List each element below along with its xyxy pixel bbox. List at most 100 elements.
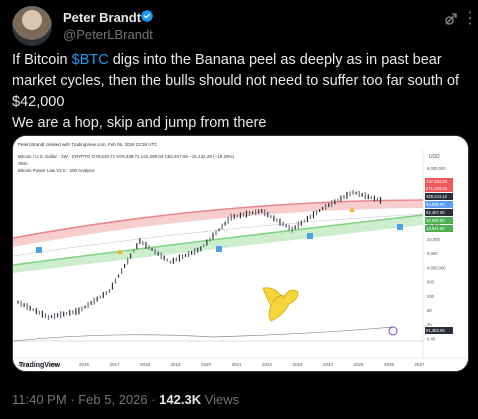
price-candle <box>120 268 123 275</box>
price-candle <box>142 241 144 246</box>
chart-symbol-line: Bitcoin / U.S. Dollar · 1W · CRYPTO O78,… <box>18 154 234 159</box>
price-candle <box>127 257 129 265</box>
price-candle <box>370 196 372 200</box>
price-candle <box>17 300 19 304</box>
x-tick-label: 2022 <box>262 362 273 367</box>
price-candle <box>99 295 101 299</box>
price-badge: 747,484.00 <box>425 178 453 185</box>
price-candle <box>145 241 147 249</box>
price-candle <box>38 310 40 315</box>
x-tick-label: 2025 <box>354 362 365 367</box>
price-candle <box>245 210 248 218</box>
price-candle <box>297 221 299 229</box>
price-candle <box>166 258 168 262</box>
price-candle <box>318 209 321 213</box>
price-candle <box>209 237 211 242</box>
price-candle <box>69 309 71 316</box>
x-tick-label: 2023 <box>293 362 304 367</box>
price-candle <box>270 215 272 219</box>
avatar[interactable] <box>12 6 52 46</box>
y-tick-label: 8,000,000 <box>427 166 446 171</box>
tweet-paragraph-1: If Bitcoin $BTC digs into the Banana pee… <box>12 50 472 113</box>
y-tick-label: 800 <box>427 280 435 285</box>
chart-sma-label: SMA <box>18 161 28 166</box>
price-candle <box>206 239 208 246</box>
price-candle <box>279 218 281 226</box>
price-candle <box>343 195 345 200</box>
price-candle <box>264 209 266 217</box>
price-candle <box>23 303 25 308</box>
x-tick-label: 2016 <box>79 362 90 367</box>
price-candle <box>322 206 324 210</box>
tweet-media-chart[interactable]: PeterLBrandt created with TradingView.co… <box>12 135 469 372</box>
price-candle <box>78 307 80 315</box>
tweet-header: Peter Brandt @PeterLBrandt ⋮ <box>12 6 478 46</box>
chart-indicator-label: Bitcoin Power Law V2.0 · 200 Analysis <box>18 168 96 173</box>
price-candle <box>197 247 199 253</box>
svg-text:329,224.42: 329,224.42 <box>426 194 448 199</box>
svg-text:747,484.00: 747,484.00 <box>426 179 448 184</box>
author-name[interactable]: Peter Brandt <box>63 10 141 25</box>
price-candle <box>87 301 89 308</box>
tweet-meta: 11:40 PM · Feb 5, 2026 · 142.3K Views <box>12 392 239 407</box>
price-candle <box>154 248 156 255</box>
y-tick-label: 200 <box>427 294 435 299</box>
x-tick-label: 2027 <box>415 362 426 367</box>
price-badge: 271,293.00 <box>425 185 453 192</box>
price-candle <box>367 194 369 200</box>
price-candle <box>130 253 132 259</box>
x-tick-label: 2026 <box>384 362 395 367</box>
price-candle <box>303 219 305 223</box>
price-candle <box>273 215 275 222</box>
price-candle <box>364 192 366 200</box>
author-handle[interactable]: @PeterLBrandt <box>63 27 153 42</box>
price-candle <box>57 313 59 318</box>
x-tick-label: 2024 <box>323 362 334 367</box>
price-candle <box>84 305 86 309</box>
price-candle <box>187 251 190 258</box>
price-candle <box>93 297 95 305</box>
cashtag-link[interactable]: $BTC <box>72 52 109 68</box>
price-candle <box>337 198 339 202</box>
tweet-paragraph-2: We are a hop, skip and jump from there <box>12 115 267 131</box>
verified-badge-icon <box>140 9 154 28</box>
price-candle <box>66 311 68 315</box>
y-tick-label: 20 <box>427 322 432 327</box>
svg-text:271,293.00: 271,293.00 <box>426 186 448 191</box>
price-candle <box>276 218 278 223</box>
price-candle <box>325 203 327 210</box>
price-candle <box>291 226 293 233</box>
price-candle <box>227 216 229 224</box>
timestamp[interactable]: 11:40 PM · Feb 5, 2026 · <box>12 392 159 407</box>
price-candle <box>75 308 77 316</box>
price-candle <box>331 200 333 208</box>
price-candle <box>108 289 110 294</box>
price-candle <box>181 254 184 260</box>
y-tick-label: 20,000 <box>427 237 440 242</box>
price-candle <box>309 214 312 219</box>
price-candle <box>163 255 165 261</box>
price-candle <box>194 247 196 255</box>
chart-currency: USD <box>429 154 440 160</box>
price-candle <box>288 224 290 231</box>
price-candle <box>242 212 245 217</box>
views-label: Views <box>201 392 240 407</box>
price-candle <box>72 310 74 315</box>
y-tick-label: 80 <box>427 308 432 313</box>
price-candle <box>117 274 120 278</box>
price-candle <box>340 195 342 202</box>
more-options-icon[interactable]: ⋮ <box>462 8 478 28</box>
price-candle <box>96 296 98 302</box>
price-candle <box>294 225 296 230</box>
price-candle <box>81 306 83 312</box>
price-candle <box>148 244 150 250</box>
grok-icon[interactable] <box>443 11 459 32</box>
x-tick-label: 2017 <box>110 362 121 367</box>
price-candle <box>44 313 47 319</box>
price-candle <box>20 300 22 307</box>
price-candle <box>285 224 287 228</box>
price-badge: 51,363.09 <box>425 327 453 334</box>
tradingview-logo: TradingView <box>19 362 61 369</box>
price-candle <box>29 305 31 311</box>
price-candle <box>111 282 114 290</box>
